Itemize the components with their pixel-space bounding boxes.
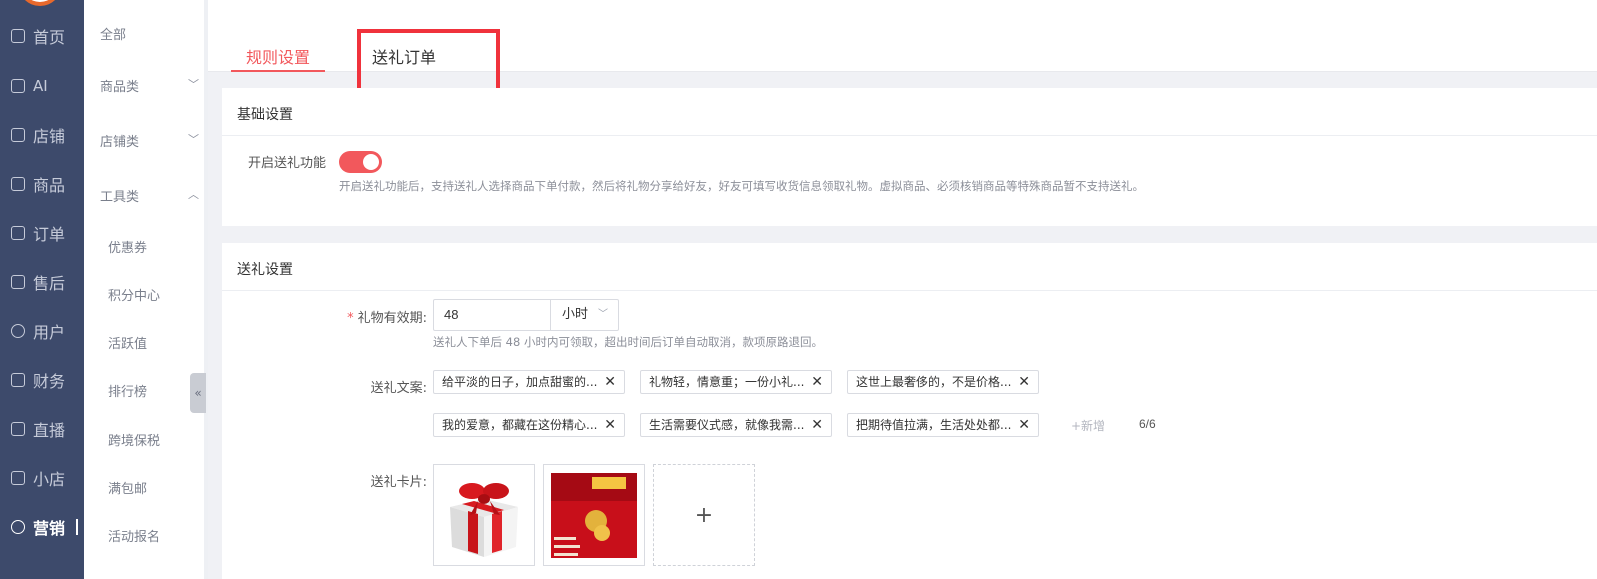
nav-item-home[interactable]: 首页 [0,21,84,51]
submenu-group-label: 工具类 [100,190,140,205]
nav-item-orders[interactable]: 订单 [0,218,84,248]
nav-item-users[interactable]: 用户 [0,316,84,346]
nav-item-label: 商品 [33,176,66,195]
copy-label: 送礼文案: [370,381,427,396]
bag-icon [11,177,25,191]
validity-input[interactable]: 48 [433,299,551,331]
nav-item-label: 用户 [33,323,66,342]
double-chevron-left-icon: « [194,386,202,400]
submenu-item-points[interactable]: 积分中心 [108,285,160,304]
nav-item-label: AI [33,77,48,95]
active-tab-underline [231,70,325,72]
gift-photo-image [544,465,644,565]
submenu-item-freeshipping[interactable]: 满包邮 [108,478,147,497]
submenu-divider [204,0,208,579]
wallet-icon [11,373,25,387]
enable-gift-hint: 开启送礼功能后，支持送礼人选择商品下单付款，然后将礼物分享给好友，好友可填写收货… [339,179,1144,193]
copy-count: 6/6 [1139,417,1156,431]
validity-unit-select[interactable]: 小时 ﹀ [551,299,619,331]
chevron-down-icon: ﹀ [188,78,199,91]
nav-item-ai[interactable]: AI [0,71,84,101]
nav-item-live[interactable]: 直播 [0,414,84,444]
aftersale-icon [11,275,25,289]
nav-item-goods[interactable]: 商品 [0,169,84,199]
submenu: 全部 商品类 ﹀ 店铺类 ﹀ 工具类 ︿ 优惠券 积分中心 活跃值 排行榜 跨境… [84,0,204,579]
collapse-sidebar-button[interactable]: « [190,373,206,413]
gift-box-image [450,483,518,557]
card-title: 基础设置 [237,107,293,123]
nav-item-shop[interactable]: 小店 [0,463,84,493]
submenu-item-activity[interactable]: 活跃值 [108,333,147,352]
nav-item-label: 订单 [33,225,66,244]
active-indicator [76,519,78,535]
chevron-down-icon: ﹀ [598,309,608,320]
validity-label: * 礼物有效期: [347,311,427,326]
copy-tag[interactable]: 给平淡的日子，加点甜蜜的... ✕ [433,370,625,394]
logo [18,0,62,6]
enable-gift-label: 开启送礼功能 [248,156,327,171]
submenu-group-tools[interactable]: 工具类 ︿ [100,186,200,205]
add-card-button[interactable]: + [653,464,755,566]
add-copy-button[interactable]: +新增 [1071,417,1105,434]
submenu-item-crossborder[interactable]: 跨境保税 [108,430,160,449]
close-icon[interactable]: ✕ [604,371,616,393]
nav-item-label: 小店 [33,470,66,489]
highlight-box [357,29,500,94]
copy-tag[interactable]: 把期待值拉满，生活处处都... ✕ [847,413,1039,437]
submenu-group-goods[interactable]: 商品类 ﹀ [100,76,200,95]
copy-tag[interactable]: 这世上最奢侈的，不是价格... ✕ [847,370,1039,394]
card-divider [222,135,1597,136]
submenu-all[interactable]: 全部 [100,24,126,43]
copy-tag[interactable]: 生活需要仪式感，就像我需... ✕ [640,413,832,437]
nav-item-aftersale[interactable]: 售后 [0,267,84,297]
plus-icon: + [694,502,714,528]
submenu-item-coupon[interactable]: 优惠券 [108,237,147,256]
marketing-icon [11,520,25,534]
submenu-group-store[interactable]: 店铺类 ﹀ [100,131,200,150]
nav-item-label: 售后 [33,274,66,293]
live-icon [11,422,25,436]
user-icon [11,324,25,338]
store-icon [11,128,25,142]
robot-icon [11,79,25,93]
submenu-item-ranking[interactable]: 排行榜 [108,381,147,400]
nav-item-label: 店铺 [33,127,66,146]
card-title: 送礼设置 [237,262,293,278]
required-mark: * [347,311,354,326]
shop-icon [11,471,25,485]
nav-item-label: 营销 [33,519,66,538]
submenu-group-label: 商品类 [100,80,140,95]
gift-card-thumbnail[interactable] [433,464,535,566]
close-icon[interactable]: ✕ [604,414,616,436]
nav-item-store[interactable]: 店铺 [0,120,84,150]
home-icon [11,29,25,43]
basic-settings-card: 基础设置 开启送礼功能 开启送礼功能后，支持送礼人选择商品下单付款，然后将礼物分… [222,88,1597,226]
nav-item-label: 直播 [33,421,66,440]
nav-item-marketing[interactable]: 营销 [0,512,84,542]
submenu-group-label: 店铺类 [100,135,140,150]
toggle-knob [363,154,379,170]
close-icon[interactable]: ✕ [1018,414,1030,436]
gift-card-thumbnail[interactable] [543,464,645,566]
nav-item-label: 财务 [33,372,66,391]
enable-gift-toggle[interactable] [339,151,382,173]
gift-settings-card: 送礼设置 * 礼物有效期: 48 小时 ﹀ 送礼人下单后 48 小时内可领取，超出… [222,243,1597,579]
nav-item-label: 首页 [33,28,66,47]
submenu-item-signup[interactable]: 活动报名 [108,526,160,545]
copy-tag[interactable]: 我的爱意，都藏在这份精心... ✕ [433,413,625,437]
card-image-label: 送礼卡片: [370,475,427,490]
close-icon[interactable]: ✕ [811,414,823,436]
chevron-up-icon: ︿ [188,188,199,201]
nav-item-finance[interactable]: 财务 [0,365,84,395]
validity-hint: 送礼人下单后 48 小时内可领取，超出时间后订单自动取消，款项原路退回。 [433,335,823,349]
select-value: 小时 [562,307,589,322]
close-icon[interactable]: ✕ [1018,371,1030,393]
order-icon [11,226,25,240]
primary-nav: 首页 AI 店铺 商品 订单 售后 用户 财务 直播 小店 营销 [0,0,84,579]
chevron-down-icon: ﹀ [188,133,199,146]
card-divider [222,290,1597,291]
copy-tag[interactable]: 礼物轻，情意重；一份小礼... ✕ [640,370,832,394]
tab-rule-settings[interactable]: 规则设置 [246,44,310,68]
close-icon[interactable]: ✕ [811,371,823,393]
